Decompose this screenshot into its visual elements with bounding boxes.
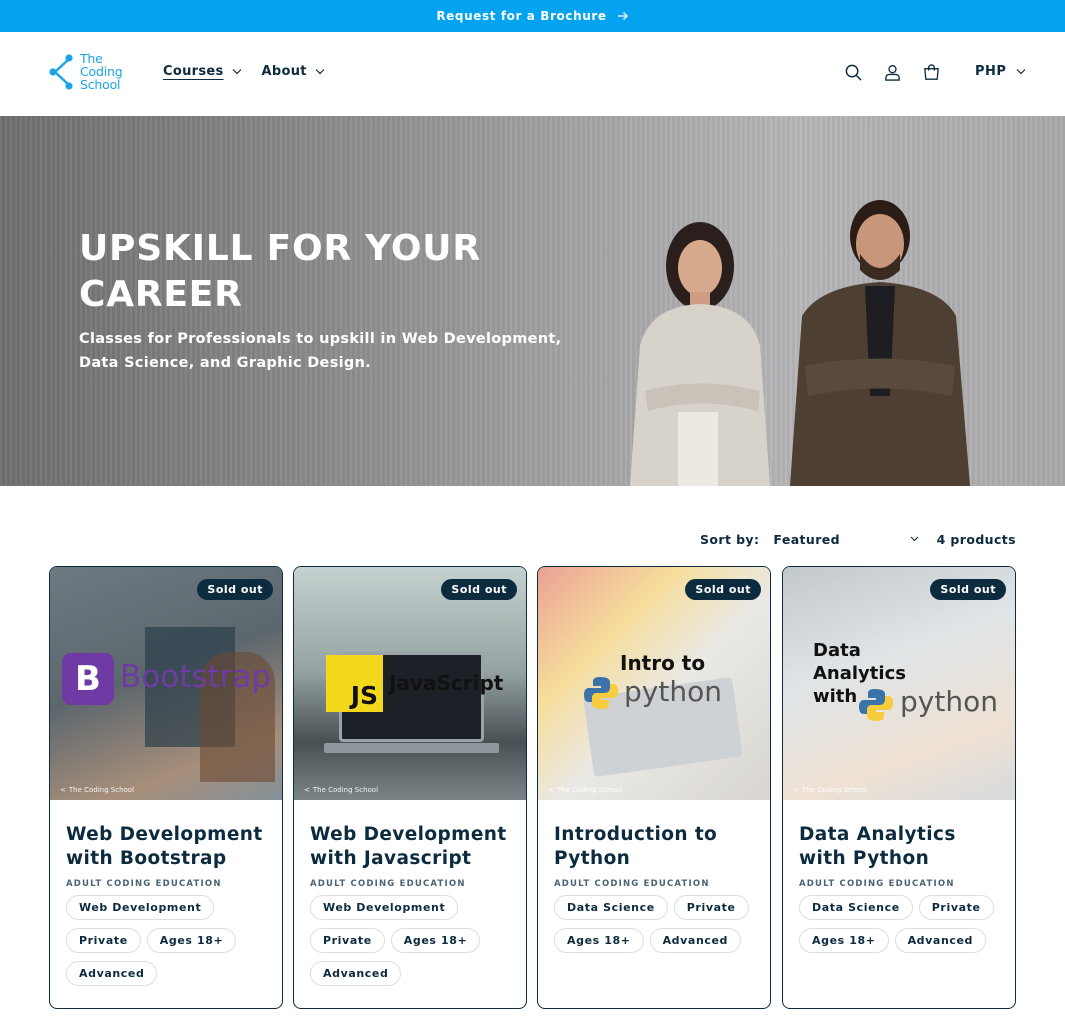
product-card[interactable]: B Bootstrap < The Coding School Sold out … (49, 566, 283, 1009)
image-caption: JavaScript (389, 671, 504, 695)
image-caption: python (624, 675, 722, 708)
sort-select[interactable]: Featured (773, 532, 919, 547)
tag: Data Science (799, 895, 913, 920)
hero-subtitle: Classes for Professionals to upskill in … (79, 331, 562, 371)
search-button[interactable] (843, 62, 864, 83)
sold-out-badge: Sold out (441, 579, 517, 600)
tag: Ages 18+ (799, 928, 889, 953)
tag: Private (673, 895, 749, 920)
tag: Private (918, 895, 994, 920)
currency-value: PHP (975, 64, 1007, 79)
tag-list: Data Science Private Ages 18+ Advanced (554, 895, 759, 953)
sort-bar: Sort by: Featured 4 products (700, 530, 1016, 548)
product-count: 4 products (936, 531, 1016, 547)
brand-logo[interactable]: The Coding School (48, 52, 123, 92)
watermark: < The Coding School (548, 786, 623, 794)
nav-courses-label: Courses (163, 64, 224, 79)
product-vendor: ADULT CODING EDUCATION (66, 879, 222, 889)
sold-out-badge: Sold out (197, 579, 273, 600)
chevron-down-icon (315, 69, 325, 75)
tag: Private (310, 928, 385, 953)
product-vendor: ADULT CODING EDUCATION (799, 879, 955, 889)
watermark: < The Coding School (793, 786, 868, 794)
request-brochure-link[interactable]: Request for a Brochure (436, 9, 628, 23)
tag: Data Science (554, 895, 668, 920)
sort-label: Sort by: (700, 531, 760, 547)
tag: Advanced (649, 928, 742, 953)
chevron-down-icon (232, 69, 241, 75)
product-card[interactable]: Intro to python < The Coding School Sold … (537, 566, 771, 1009)
product-vendor: ADULT CODING EDUCATION (310, 879, 466, 889)
share-logo-icon (49, 53, 73, 90)
watermark: < The Coding School (60, 786, 135, 794)
brand-line-3: School (80, 77, 121, 92)
chevron-down-icon (911, 536, 919, 542)
product-title[interactable]: Web Development with Javascript (310, 823, 515, 871)
python-logo-icon (584, 677, 618, 709)
sold-out-badge: Sold out (930, 579, 1006, 600)
image-caption: python (900, 685, 998, 718)
tag-list: Web Development Private Ages 18+ Advance… (310, 895, 515, 986)
tag: Web Development (310, 895, 459, 920)
nav-about-label: About (261, 64, 307, 79)
tag: Web Development (66, 895, 215, 920)
header-icons (843, 62, 942, 83)
cart-button[interactable] (921, 62, 942, 83)
sold-out-badge: Sold out (685, 579, 761, 600)
chevron-down-icon (1017, 69, 1026, 75)
nav-courses[interactable]: Courses (163, 64, 242, 79)
tag: Ages 18+ (554, 928, 644, 953)
nav-about[interactable]: About (262, 64, 325, 79)
search-icon (845, 64, 862, 81)
product-title[interactable]: Web Development with Bootstrap (66, 823, 271, 871)
product-image: Intro to python < The Coding School (538, 567, 770, 800)
currency-selector[interactable]: PHP (975, 64, 1026, 79)
tag: Private (66, 928, 141, 953)
account-icon (885, 64, 900, 81)
tag: Advanced (894, 928, 987, 953)
image-caption: Bootstrap (120, 659, 272, 695)
python-logo-icon (859, 689, 893, 721)
announcement-text: Request for a Brochure (436, 9, 607, 23)
arrow-right-icon (617, 12, 628, 20)
cart-icon (924, 64, 939, 80)
product-card[interactable]: JS JavaScript < The Coding School Sold ou… (293, 566, 527, 1009)
product-image: B Bootstrap < The Coding School (50, 567, 282, 800)
tag-list: Data Science Private Ages 18+ Advanced (799, 895, 1004, 953)
hero-banner: UPSKILL FOR YOUR CAREER Classes for Prof… (0, 116, 1065, 486)
product-title[interactable]: Introduction to Python (554, 823, 759, 871)
tag: Advanced (66, 961, 158, 986)
sort-value: Featured (773, 531, 840, 547)
product-card[interactable]: Data Analytics with python < The Coding S… (782, 566, 1016, 1009)
watermark: < The Coding School (304, 786, 379, 794)
javascript-logo-icon: JS (326, 655, 383, 712)
product-vendor: ADULT CODING EDUCATION (554, 879, 710, 889)
tag-list: Web Development Private Ages 18+ Advance… (66, 895, 271, 986)
image-caption-top: Intro to (620, 651, 706, 675)
product-image: Data Analytics with python < The Coding S… (783, 567, 1015, 800)
tag: Ages 18+ (146, 928, 237, 953)
tag: Advanced (310, 961, 402, 986)
tag: Ages 18+ (390, 928, 481, 953)
hero-title: UPSKILL FOR YOUR CAREER (79, 228, 481, 315)
hero-people-image (630, 200, 970, 486)
product-title[interactable]: Data Analytics with Python (799, 823, 1004, 871)
account-button[interactable] (882, 62, 903, 83)
site-header: The Coding School Courses About PHP (0, 32, 1065, 116)
announcement-bar: Request for a Brochure (0, 0, 1065, 32)
bootstrap-logo-icon: B (62, 653, 114, 705)
product-image: JS JavaScript < The Coding School (294, 567, 526, 800)
main-nav: Courses About (163, 64, 325, 79)
